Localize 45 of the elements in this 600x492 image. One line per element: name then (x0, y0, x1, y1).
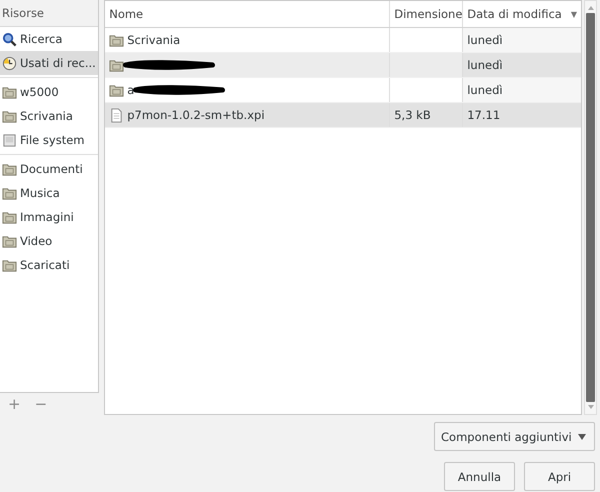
folder-icon (2, 186, 17, 200)
folder-icon (109, 32, 124, 48)
clock-icon (2, 56, 17, 70)
caret-icon (578, 434, 586, 440)
folder-icon (2, 234, 17, 248)
folder-icon (109, 82, 124, 98)
folder-icon (2, 108, 17, 124)
scroll-down-icon[interactable] (586, 404, 594, 410)
sidebar-item[interactable]: Musica (0, 181, 98, 205)
file-name: a (127, 83, 134, 97)
sidebar-item[interactable]: Scaricati (0, 253, 98, 277)
sidebar-item[interactable]: Documenti (0, 157, 98, 181)
file-size: 5,3 kB (394, 108, 431, 122)
document-icon (109, 108, 124, 122)
sidebar-item[interactable]: Scrivania (0, 104, 98, 128)
folder-icon (2, 210, 17, 224)
file-name: p7mon-1.0.2-sm+tb.xpi (127, 108, 265, 122)
sidebar-item[interactable]: Ricerca (0, 27, 98, 51)
dialog-button[interactable]: Annulla (444, 462, 515, 491)
modified-date: lunedì (467, 58, 503, 72)
sidebar-item[interactable]: w5000 (0, 80, 98, 104)
column-header[interactable]: Dimensione (390, 1, 464, 27)
column-header[interactable]: Nome (105, 1, 390, 27)
folder-icon (2, 162, 17, 176)
sidebar-item[interactable]: Usati di rec... (0, 51, 98, 75)
file-row[interactable]: a lunedì (105, 78, 581, 103)
scroll-up-icon[interactable] (586, 5, 594, 11)
column-header[interactable]: Data di modifica ▼ (463, 1, 581, 27)
modified-date: 17.11 (467, 108, 500, 122)
file-row[interactable]: lunedì (105, 53, 581, 78)
file-row[interactable]: p7mon-1.0.2-sm+tb.xpi 5,3 kB 17.11 (105, 103, 581, 128)
folder-icon (109, 58, 124, 72)
scrollbar[interactable] (584, 0, 597, 415)
search-icon (2, 32, 17, 46)
folder-icon (2, 258, 17, 272)
file-name: Scrivania (127, 33, 180, 47)
modified-date: lunedì (467, 33, 503, 47)
sidebar-item[interactable]: Immagini (0, 205, 98, 229)
sidebar-item[interactable]: File system (0, 128, 98, 152)
filter-dropdown[interactable]: Componenti aggiuntivi (434, 422, 595, 451)
modified-date: lunedì (467, 83, 503, 97)
folder-icon (2, 84, 17, 100)
sidebar-header: Risorse (2, 6, 44, 20)
sidebar-item[interactable]: Video (0, 229, 98, 253)
dialog-button[interactable]: Apri (524, 462, 595, 491)
